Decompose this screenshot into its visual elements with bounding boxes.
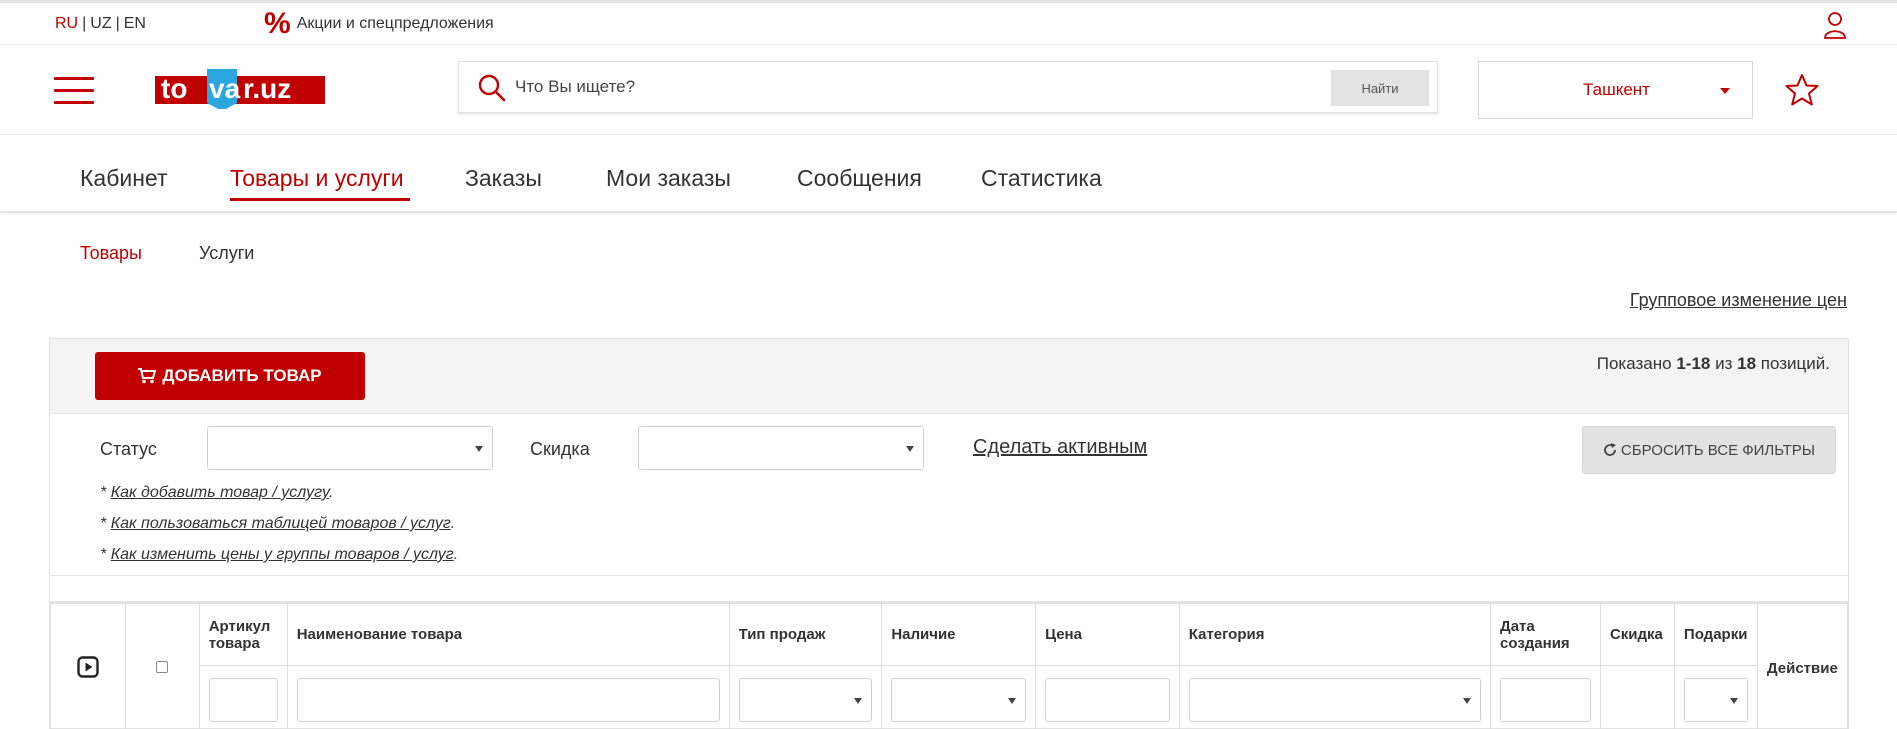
help-line: * Как добавить товар / услугу. [100,484,334,501]
products-panel: ДОБАВИТЬ ТОВАР Показано 1-18 из 18 позиц… [49,338,1849,729]
filter-sku-input[interactable] [208,677,278,722]
filter-name-input[interactable] [296,677,720,722]
filters-area: Статус Скидка Сделать активным СБРОСИТЬ … [50,414,1848,576]
promo-label: Акции и спецпредложения [296,15,494,32]
svg-text:to: to [161,73,187,104]
percent-icon: % [264,7,291,40]
user-account[interactable] [1823,11,1847,39]
search-input[interactable] [515,70,1275,104]
subnav-services[interactable]: Услуги [199,243,254,264]
expand-cell [50,603,126,729]
add-product-label: ДОБАВИТЬ ТОВАР [162,366,322,385]
help-link-table[interactable]: Как пользоваться таблицей товаров / услу… [111,515,451,532]
lang-separator: | [82,15,87,32]
col-header-category[interactable]: Категория [1178,603,1492,666]
status-label: Статус [100,439,157,459]
filter-cell-date [1490,665,1601,729]
discount-select[interactable] [638,426,924,470]
filter-category-select[interactable] [1188,677,1482,722]
filter-cell-name [286,665,730,729]
filter-cell-stock [881,665,1037,729]
svg-text:va: va [209,73,241,104]
user-icon [1824,12,1846,39]
lang-ru[interactable]: RU [55,15,78,32]
reset-filters-button[interactable]: СБРОСИТЬ ВСЕ ФИЛЬТРЫ [1582,426,1836,474]
favorites-button[interactable] [1785,73,1819,112]
col-header-price[interactable]: Цена [1035,603,1180,666]
make-active-link[interactable]: Сделать активным [973,436,1147,459]
nav-products-services[interactable]: Товары и услуги [230,165,410,201]
top-bar: RU | UZ | EN % Акции и спецпредложения [0,0,1897,45]
promo-link[interactable]: % Акции и спецпредложения [264,7,494,40]
filter-cell-price [1035,665,1180,729]
site-logo[interactable]: to va r.uz [155,67,325,111]
header: to va r.uz Найти Ташкент [0,45,1897,135]
col-header-action: Действие [1756,603,1849,729]
filter-cell-category [1178,665,1492,729]
nav-messages[interactable]: Сообщения [797,165,922,192]
filter-stock-select[interactable] [891,677,1027,722]
filter-sale-type-select[interactable] [738,677,873,722]
filter-gifts-select[interactable] [1683,677,1748,722]
search-icon[interactable] [477,73,507,103]
select-all-checkbox[interactable] [156,661,169,673]
panel-header: ДОБАВИТЬ ТОВАР Показано 1-18 из 18 позиц… [50,339,1848,414]
col-header-sku[interactable]: Артикул товара [198,603,288,666]
chevron-down-icon [1720,88,1730,94]
nav-orders[interactable]: Заказы [465,165,542,192]
svg-text:r.uz: r.uz [243,73,291,104]
col-header-name[interactable]: Наименование товара [286,603,730,666]
nav-cabinet[interactable]: Кабинет [80,165,167,192]
filter-date-input[interactable] [1500,677,1591,722]
lang-uz[interactable]: UZ [90,15,111,32]
products-table: Артикул товара Наименование товара Тип п… [50,603,1849,729]
lang-en[interactable]: EN [124,15,146,32]
help-line: * Как изменить цены у группы товаров / у… [100,546,459,563]
star-icon [1785,74,1819,106]
language-switcher: RU | UZ | EN [55,15,146,33]
results-summary: Показано 1-18 из 18 позиций. [1596,354,1830,373]
help-line: * Как пользоваться таблицей товаров / ус… [100,515,456,532]
group-price-change-link[interactable]: Групповое изменение цен [1630,290,1847,311]
filter-price-input[interactable] [1045,677,1170,722]
cart-icon [138,368,157,384]
main-nav: Кабинет Товары и услуги Заказы Мои заказ… [0,135,1897,213]
col-header-gifts[interactable]: Подарки [1673,603,1758,666]
city-selector[interactable]: Ташкент [1478,61,1753,119]
search-bar: Найти [458,61,1438,113]
col-header-date[interactable]: Дата создания [1490,603,1601,666]
search-button[interactable]: Найти [1331,70,1429,106]
products-table-wrap: Артикул товара Наименование товара Тип п… [50,601,1849,729]
help-link-add[interactable]: Как добавить товар / услугу [111,484,329,501]
play-icon[interactable] [77,655,99,678]
select-all-cell [124,603,200,729]
nav-statistics[interactable]: Статистика [981,165,1102,192]
filter-cell-sale-type [728,665,883,729]
col-header-stock[interactable]: Наличие [881,603,1037,666]
nav-my-orders[interactable]: Мои заказы [606,165,731,192]
refresh-icon [1604,443,1616,456]
add-product-button[interactable]: ДОБАВИТЬ ТОВАР [95,352,365,400]
col-header-sale-type[interactable]: Тип продаж [728,603,883,666]
city-value: Ташкент [1583,80,1650,99]
lang-separator: | [115,15,120,32]
status-select[interactable] [207,426,493,470]
col-header-discount[interactable]: Скидка [1599,603,1675,666]
menu-icon[interactable] [54,77,94,105]
discount-label: Скидка [530,439,590,459]
subnav-products[interactable]: Товары [80,243,142,264]
filter-cell-sku [198,665,288,729]
filter-cell-gifts [1673,665,1758,729]
reset-filters-label: СБРОСИТЬ ВСЕ ФИЛЬТРЫ [1620,441,1816,459]
help-link-group-prices[interactable]: Как изменить цены у группы товаров / усл… [111,546,454,563]
filter-cell-discount [1599,665,1675,729]
